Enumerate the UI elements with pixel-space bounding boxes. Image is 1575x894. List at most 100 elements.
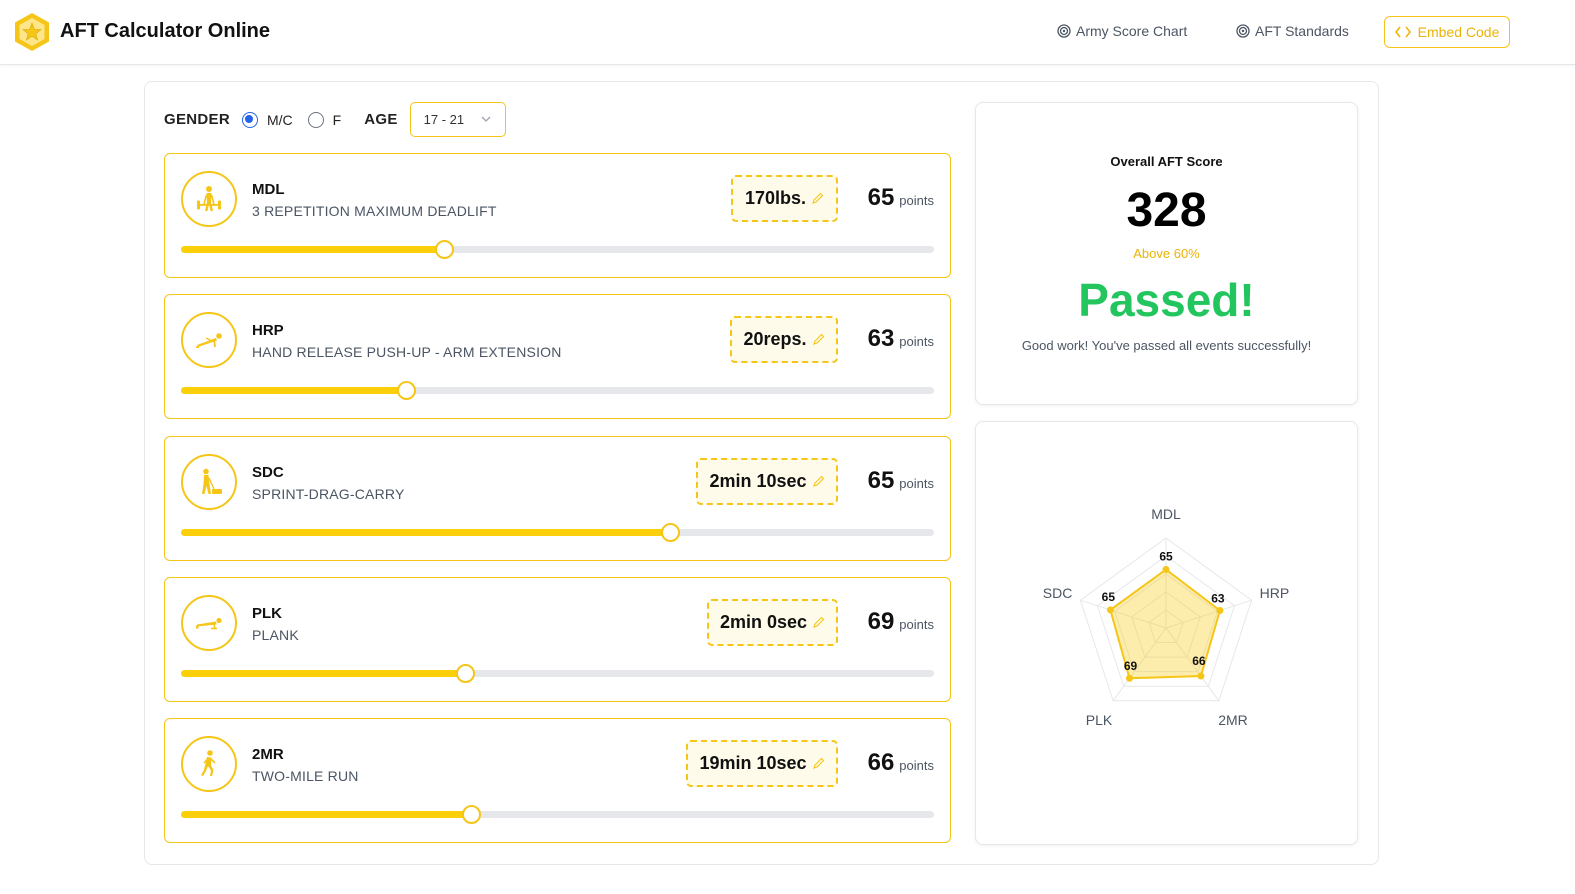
radar-value-label: 65 [1159, 550, 1173, 564]
nav-army-score-chart[interactable]: Army Score Chart [1057, 23, 1187, 39]
score-slider[interactable] [181, 805, 934, 824]
runner-icon [201, 750, 216, 776]
event-icon-circle [181, 454, 237, 510]
radar-point [1162, 566, 1170, 573]
deadlift-icon [197, 186, 221, 211]
points-unit: points [899, 476, 934, 491]
target-icon [1236, 24, 1250, 38]
radar-axis-label: 2MR [1218, 712, 1248, 728]
radar-value-label: 65 [1102, 590, 1116, 604]
overall-score-panel: Overall AFT Score 328 Above 60% Passed! … [975, 102, 1358, 405]
points-value: 66 [867, 749, 895, 776]
slider-fill [181, 246, 445, 253]
event-card-hrp: HRP HAND RELEASE PUSH-UP - ARM EXTENSION… [164, 294, 951, 419]
event-value: 20reps. [743, 329, 807, 349]
score-slider[interactable] [181, 523, 934, 542]
pencil-icon [812, 192, 824, 204]
event-value-editor[interactable]: 2min 10sec [696, 458, 838, 505]
pass-status: Passed! [1078, 274, 1255, 326]
event-card-2mr: 2MR TWO-MILE RUN 19min 10sec 66 points [164, 718, 951, 843]
gender-option-f[interactable]: F [333, 112, 342, 128]
points-value: 69 [867, 608, 895, 635]
event-name: PLANK [252, 627, 299, 643]
slider-fill [181, 529, 671, 536]
event-name: 3 REPETITION MAXIMUM DEADLIFT [252, 203, 497, 219]
pencil-icon [813, 616, 825, 628]
pencil-icon [812, 475, 824, 487]
points-value: 65 [867, 467, 895, 494]
target-icon [1057, 24, 1071, 38]
hexagon-star-logo-icon[interactable] [13, 12, 51, 52]
status-message: Good work! You've passed all events succ… [1021, 338, 1312, 353]
radar-point [1106, 606, 1114, 614]
radar-axis-label: MDL [1151, 506, 1181, 522]
pencil-icon [812, 757, 824, 769]
points-unit: points [899, 758, 934, 773]
event-icon-circle [181, 171, 237, 227]
plank-icon [196, 617, 222, 630]
gender-option-mc[interactable]: M/C [267, 112, 293, 128]
slider-thumb[interactable] [435, 240, 455, 259]
event-icon-circle [181, 595, 237, 651]
event-code: 2MR [252, 746, 284, 763]
radar-point [1197, 672, 1205, 680]
radar-axis-label: SDC [1043, 585, 1073, 601]
event-value: 2min 10sec [709, 471, 807, 491]
radar-axis-label: PLK [1086, 712, 1113, 728]
score-slider[interactable] [181, 240, 934, 259]
event-value: 19min 10sec [699, 753, 807, 773]
event-points: 69 points [868, 608, 934, 636]
brand-title[interactable]: AFT Calculator Online [60, 20, 270, 43]
chevron-down-icon [481, 116, 491, 122]
event-points: 65 points [868, 184, 934, 212]
radar-point [1125, 674, 1133, 682]
points-unit: points [899, 193, 934, 208]
embed-code-label: Embed Code [1417, 24, 1500, 40]
event-card-mdl: MDL 3 REPETITION MAXIMUM DEADLIFT 170lbs… [164, 153, 951, 278]
filter-controls: GENDER M/C F AGE 17 - 21 [164, 102, 506, 137]
slider-fill [181, 387, 407, 394]
radar-value-label: 66 [1192, 654, 1206, 668]
event-value-editor[interactable]: 20reps. [730, 316, 838, 363]
nav-label: Army Score Chart [1076, 23, 1188, 39]
slider-thumb[interactable] [456, 664, 476, 683]
event-code: PLK [252, 605, 282, 622]
gender-radio-f[interactable] [307, 111, 324, 128]
embed-code-button[interactable]: Embed Code [1384, 16, 1510, 48]
event-card-plk: PLK PLANK 2min 0sec 69 points [164, 577, 951, 702]
age-value: 17 - 21 [423, 112, 465, 127]
slider-thumb[interactable] [462, 805, 482, 824]
event-code: MDL [252, 181, 285, 198]
score-slider[interactable] [181, 381, 934, 400]
age-select[interactable]: 17 - 21 [409, 102, 506, 137]
top-header: AFT Calculator Online Army Score Chart A… [0, 0, 1575, 65]
nav-aft-standards[interactable]: AFT Standards [1236, 23, 1349, 39]
pushup-icon [196, 333, 222, 348]
event-value-editor[interactable]: 170lbs. [731, 175, 838, 222]
event-points: 65 points [868, 467, 934, 495]
event-code: HRP [252, 322, 284, 339]
sled-drag-icon [202, 468, 222, 494]
event-value: 170lbs. [744, 188, 807, 208]
event-points: 66 points [868, 749, 934, 777]
slider-fill [181, 670, 466, 677]
gender-radio-mc[interactable] [241, 111, 258, 128]
slider-thumb[interactable] [660, 523, 680, 542]
radar-chart-panel: 65 63 66 69 65 MDL HRP 2MR PLK SDC [975, 421, 1358, 845]
event-value-editor[interactable]: 2min 0sec [707, 599, 838, 646]
code-brackets-icon [1394, 26, 1411, 38]
total-score: 328 [1126, 184, 1207, 237]
radar-chart: 65 63 66 69 65 MDL HRP 2MR PLK SDC [1043, 506, 1289, 728]
event-name: SPRINT-DRAG-CARRY [252, 486, 405, 502]
points-unit: points [899, 617, 934, 632]
event-card-sdc: SDC SPRINT-DRAG-CARRY 2min 10sec 65 poin… [164, 436, 951, 561]
nav-label: AFT Standards [1255, 23, 1349, 39]
event-name: TWO-MILE RUN [252, 768, 359, 784]
score-slider[interactable] [181, 664, 934, 683]
radar-point [1216, 606, 1224, 614]
event-points: 63 points [868, 325, 934, 353]
event-value: 2min 0sec [719, 612, 808, 632]
event-value-editor[interactable]: 19min 10sec [686, 740, 838, 787]
slider-thumb[interactable] [397, 381, 417, 400]
score-percentile: Above 60% [1133, 246, 1200, 261]
